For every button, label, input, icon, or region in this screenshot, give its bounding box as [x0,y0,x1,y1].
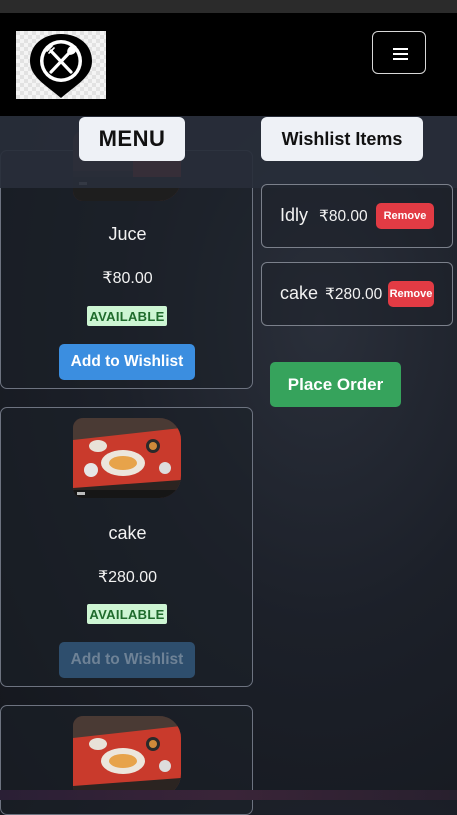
remove-button[interactable]: Remove [388,281,434,307]
wishlist-item: Idly ₹80.00 Remove [261,184,453,248]
wishlist-item-name: cake [280,283,319,303]
menu-item-card: cake ₹280.00 AVAILABLE Add to Wishlist [0,407,253,687]
status-badge: AVAILABLE [87,604,167,624]
bottom-strip [0,790,457,800]
wishlist-item: cake ₹280.00 Remove [261,262,453,326]
food-image [73,418,181,498]
wishlist-item-price: ₹80.00 [319,208,368,225]
food-image [73,716,181,796]
wishlist-heading-button[interactable]: Wishlist Items [261,117,423,161]
logo[interactable] [16,31,106,99]
add-to-wishlist-button[interactable]: Add to Wishlist [59,642,195,678]
menu-heading-button[interactable]: MENU [79,117,185,161]
add-to-wishlist-button[interactable]: Add to Wishlist [59,344,195,380]
top-strip [0,0,457,13]
navbar [0,13,457,116]
wishlist-item-price: ₹280.00 [325,286,383,303]
item-name: Juce [108,224,147,244]
item-price: ₹280.00 [97,569,158,586]
item-price: ₹80.00 [102,270,153,287]
menu-toggle-button[interactable] [372,31,426,74]
fork-spoon-pin-icon [16,31,106,99]
item-name: cake [108,523,147,543]
place-order-button[interactable]: Place Order [270,362,401,407]
wishlist-item-name: Idly [280,205,309,225]
remove-button[interactable]: Remove [376,203,434,229]
status-badge: AVAILABLE [87,306,167,326]
